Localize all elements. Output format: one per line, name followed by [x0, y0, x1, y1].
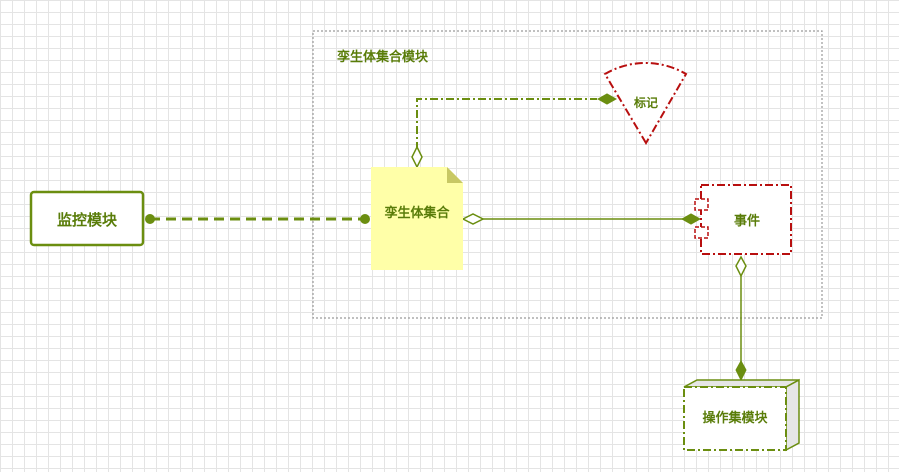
- twin-collection-note-node[interactable]: 孪生体集合: [371, 167, 463, 270]
- connector-monitor-to-twin-collection[interactable]: [145, 214, 370, 224]
- operation-module-node[interactable]: 操作集模块: [683, 378, 800, 452]
- event-component-node[interactable]: 事件: [694, 184, 792, 255]
- twin-collection-label: 孪生体集合: [384, 205, 450, 221]
- connector-twin-collection-to-marker[interactable]: [411, 93, 618, 169]
- connector-end-dot: [145, 214, 155, 224]
- filled-diamond-icon: [735, 359, 747, 382]
- operation-module-label: 操作集模块: [702, 410, 768, 426]
- node-top-face: [683, 379, 800, 388]
- event-label: 事件: [734, 213, 760, 229]
- hollow-diamond-icon: [735, 255, 747, 278]
- marker-node[interactable]: 标记: [603, 61, 688, 145]
- connector-twin-collection-to-event[interactable]: [461, 213, 702, 225]
- filled-diamond-icon: [596, 93, 618, 105]
- container-title: 孪生体集合模块: [337, 49, 429, 65]
- monitor-module-label: 监控模块: [57, 211, 118, 229]
- diagram-canvas: 孪生体集合模块 监控模块 孪生体集合 标记 事件 操作集模块: [29, 30, 823, 452]
- marker-label: 标记: [633, 95, 658, 110]
- component-port-icon: [694, 226, 709, 239]
- node-side-face: [785, 378, 800, 452]
- note-fold-icon: [447, 167, 463, 183]
- connector-end-dot: [360, 214, 370, 224]
- filled-diamond-icon: [680, 213, 702, 225]
- hollow-diamond-icon: [461, 213, 485, 225]
- component-port-icon: [694, 198, 709, 211]
- hollow-diamond-icon: [411, 145, 423, 169]
- monitor-module-node[interactable]: 监控模块: [29, 190, 145, 247]
